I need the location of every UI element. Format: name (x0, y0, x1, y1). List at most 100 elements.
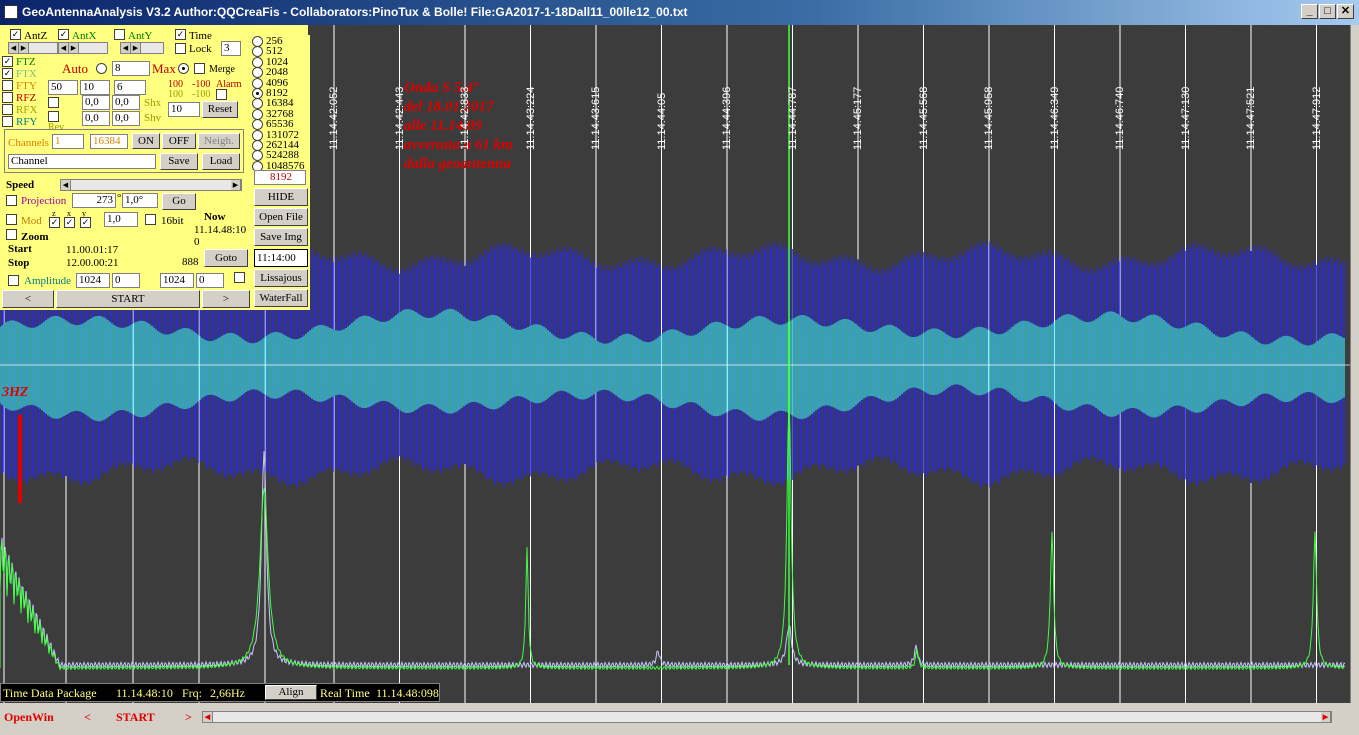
fft-size-radio[interactable] (252, 150, 263, 162)
amplitude-input-1[interactable]: 1024 (76, 273, 110, 288)
alarm-high-2: 100 (168, 89, 183, 100)
auto-radio[interactable] (96, 63, 107, 74)
rfz-checkbox[interactable] (2, 92, 13, 103)
start-button[interactable]: START (56, 290, 200, 308)
antz-label: AntZ (24, 30, 48, 42)
filter-input-2[interactable]: 10 (80, 80, 110, 95)
antz-scroller[interactable]: ◀ ▶ (8, 42, 58, 54)
fft-size-radio[interactable] (252, 67, 263, 79)
openwin-button[interactable]: OpenWin (4, 710, 54, 725)
amplitude-checkbox-2[interactable] (234, 272, 245, 283)
rfy-checkbox[interactable] (2, 116, 13, 127)
vertical-scrollbar[interactable] (1350, 25, 1359, 703)
shv-input-2[interactable]: 0,0 (112, 111, 140, 126)
mod-factor-input[interactable]: 1,0 (104, 212, 138, 227)
fft-size-radio[interactable] (252, 140, 263, 151)
fft-size-radio[interactable] (252, 119, 263, 131)
fft-size-panel: 256 512 1024 2048 4096 8192 16384 32768 65536 131… (252, 35, 310, 310)
time-tick-label: 11.14.47:912 (1310, 86, 1323, 150)
bottom-next-button[interactable]: > (185, 710, 192, 725)
channels-to-input[interactable]: 16384 (90, 134, 128, 149)
merge-checkbox[interactable] (194, 63, 205, 74)
fft-size-radio[interactable] (252, 108, 263, 120)
time-tick-label: 11.14.43:615 (590, 86, 602, 150)
align-button[interactable]: Align (265, 685, 317, 700)
channel-save-button[interactable]: Save (160, 153, 198, 170)
horizontal-scrollbar[interactable]: ◀ ▶ (202, 711, 1332, 723)
fft-size-radio[interactable] (252, 88, 263, 99)
title-bar: GeoAntennaAnalysis V3.2 Author:QQCreaFis… (0, 0, 1359, 25)
rev-checkbox-1[interactable] (48, 97, 59, 108)
prev-button[interactable]: < (2, 290, 54, 308)
time-tick-label: 11.14.44:396 (721, 86, 733, 150)
fft-size-radio[interactable] (252, 129, 263, 141)
shx-input-2[interactable]: 0,0 (112, 95, 140, 110)
antx-scroller[interactable]: ◀ ▶ (58, 42, 108, 54)
projection-go-button[interactable]: Go (162, 193, 196, 210)
ftx-checkbox[interactable]: ✓ (2, 68, 13, 79)
16bit-checkbox[interactable] (145, 214, 156, 225)
anty-checkbox[interactable] (114, 29, 125, 40)
stop-value: 12.00.00:21 (66, 257, 119, 269)
channels-on-button[interactable]: ON (132, 133, 160, 149)
amplitude-input-4[interactable]: 0 (196, 273, 224, 288)
start-label: Start (8, 243, 32, 255)
reset-button[interactable]: Reset (202, 101, 238, 118)
mod-x-checkbox[interactable]: ✓ (64, 217, 75, 228)
anty-scroller[interactable]: ◀ ▶ (120, 42, 164, 54)
lock-checkbox[interactable] (175, 43, 186, 54)
rev-checkbox-2[interactable] (48, 111, 59, 122)
channels-from-input[interactable]: 1 (52, 134, 84, 149)
open-file-button[interactable]: Open File (254, 208, 308, 226)
projection-step-input[interactable]: 1,0° (122, 193, 158, 208)
save-img-button[interactable]: Save Img (254, 228, 308, 246)
ftz-checkbox[interactable]: ✓ (2, 56, 13, 67)
fft-size-input[interactable]: 8192 (254, 170, 306, 185)
antx-checkbox[interactable]: ✓ (58, 29, 69, 40)
filter-input-3[interactable]: 6 (114, 80, 146, 95)
lock-input[interactable]: 3 (221, 41, 241, 56)
speed-slider[interactable]: ◀ ▶ (60, 179, 242, 191)
channels-off-button[interactable]: OFF (162, 133, 196, 149)
goto-time-input[interactable]: 11:14:00 (254, 249, 308, 267)
mod-z-checkbox[interactable]: ✓ (49, 217, 60, 228)
mod-y-checkbox[interactable]: ✓ (80, 217, 91, 228)
max-radio[interactable] (178, 63, 189, 74)
channels-neigh-button[interactable]: Neigh. (198, 133, 240, 149)
time-checkbox[interactable]: ✓ (175, 29, 186, 40)
antz-checkbox[interactable]: ✓ (10, 29, 21, 40)
next-button[interactable]: > (202, 290, 250, 308)
fft-size-radio[interactable] (252, 46, 263, 58)
fft-size-radio[interactable] (252, 77, 263, 89)
amplitude-input-3[interactable]: 1024 (160, 273, 194, 288)
lissajous-button[interactable]: Lissajous (254, 269, 308, 287)
close-button[interactable]: ✕ (1337, 4, 1354, 19)
maximize-button[interactable]: □ (1319, 4, 1336, 19)
fft-size-radio[interactable] (252, 98, 263, 110)
zoom-checkbox[interactable] (6, 229, 17, 240)
auto-value-input[interactable]: 8 (112, 61, 150, 76)
channel-load-button[interactable]: Load (202, 153, 240, 170)
frq-label: Frq: (182, 686, 203, 700)
alarm-checkbox[interactable] (216, 89, 227, 100)
fft-size-radio[interactable] (252, 36, 263, 47)
rfx-checkbox[interactable] (2, 104, 13, 115)
hide-button[interactable]: HIDE (254, 188, 308, 206)
waterfall-button[interactable]: WaterFall (254, 289, 308, 307)
amplitude-input-2[interactable]: 0 (112, 273, 140, 288)
reset-value-input[interactable]: 10 (168, 102, 200, 117)
fty-checkbox[interactable] (2, 80, 13, 91)
fft-size-radio[interactable] (252, 56, 263, 68)
filter-input-1[interactable]: 50 (48, 80, 78, 95)
bottom-start-button[interactable]: START (116, 710, 155, 725)
shx-input-1[interactable]: 0,0 (82, 95, 110, 110)
projection-checkbox[interactable] (6, 195, 17, 206)
bottom-prev-button[interactable]: < (84, 710, 91, 725)
minimize-button[interactable]: _ (1301, 4, 1318, 19)
shv-input-1[interactable]: 0,0 (82, 111, 110, 126)
projection-angle-input[interactable]: 273 (72, 193, 116, 208)
amplitude-checkbox[interactable] (8, 275, 19, 286)
channel-name-input[interactable]: Channel (8, 154, 156, 169)
goto-button[interactable]: Goto (204, 249, 248, 267)
mod-checkbox[interactable] (6, 214, 17, 225)
